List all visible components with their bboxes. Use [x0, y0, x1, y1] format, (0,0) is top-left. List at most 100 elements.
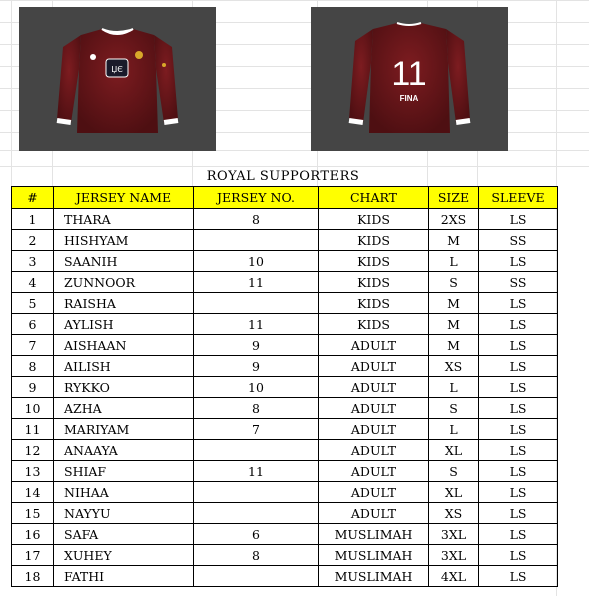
- header-index[interactable]: #: [11, 186, 54, 209]
- sleeve-cell[interactable]: LS: [478, 334, 558, 356]
- sleeve-cell[interactable]: LS: [478, 544, 558, 566]
- chart-cell[interactable]: MUSLIMAH: [318, 544, 429, 566]
- jersey-name-cell[interactable]: NAYYU: [53, 502, 194, 524]
- jersey-no-cell[interactable]: [193, 481, 319, 503]
- chart-cell[interactable]: KIDS: [318, 208, 429, 230]
- sleeve-cell[interactable]: LS: [478, 418, 558, 440]
- sleeve-cell[interactable]: LS: [478, 460, 558, 482]
- row-index[interactable]: 5: [11, 292, 54, 314]
- size-cell[interactable]: 3XL: [428, 523, 479, 545]
- jersey-name-cell[interactable]: HISHYAM: [53, 229, 194, 251]
- jersey-name-cell[interactable]: ZUNNOOR: [53, 271, 194, 293]
- size-cell[interactable]: S: [428, 271, 479, 293]
- row-index[interactable]: 8: [11, 355, 54, 377]
- size-cell[interactable]: L: [428, 250, 479, 272]
- sleeve-cell[interactable]: LS: [478, 523, 558, 545]
- jersey-no-cell[interactable]: [193, 502, 319, 524]
- jersey-name-cell[interactable]: XUHEY: [53, 544, 194, 566]
- jersey-no-cell[interactable]: 8: [193, 544, 319, 566]
- sleeve-cell[interactable]: LS: [478, 208, 558, 230]
- jersey-name-cell[interactable]: AZHA: [53, 397, 194, 419]
- chart-cell[interactable]: ADULT: [318, 439, 429, 461]
- jersey-name-cell[interactable]: AILISH: [53, 355, 194, 377]
- sleeve-cell[interactable]: LS: [478, 565, 558, 587]
- sleeve-cell[interactable]: LS: [478, 292, 558, 314]
- jersey-no-cell[interactable]: 8: [193, 208, 319, 230]
- chart-cell[interactable]: KIDS: [318, 229, 429, 251]
- jersey-name-cell[interactable]: THARA: [53, 208, 194, 230]
- header-jersey-no[interactable]: JERSEY NO.: [193, 186, 319, 209]
- header-chart[interactable]: CHART: [318, 186, 429, 209]
- jersey-no-cell[interactable]: 9: [193, 355, 319, 377]
- jersey-front-image[interactable]: ЏЄ: [19, 7, 216, 151]
- row-index[interactable]: 1: [11, 208, 54, 230]
- chart-cell[interactable]: KIDS: [318, 271, 429, 293]
- jersey-name-cell[interactable]: SHIAF: [53, 460, 194, 482]
- row-index[interactable]: 14: [11, 481, 54, 503]
- jersey-name-cell[interactable]: MARIYAM: [53, 418, 194, 440]
- chart-cell[interactable]: ADULT: [318, 460, 429, 482]
- row-index[interactable]: 15: [11, 502, 54, 524]
- row-index[interactable]: 18: [11, 565, 54, 587]
- jersey-no-cell[interactable]: [193, 565, 319, 587]
- jersey-no-cell[interactable]: 10: [193, 376, 319, 398]
- jersey-no-cell[interactable]: 11: [193, 271, 319, 293]
- chart-cell[interactable]: MUSLIMAH: [318, 565, 429, 587]
- sleeve-cell[interactable]: LS: [478, 313, 558, 335]
- jersey-no-cell[interactable]: 9: [193, 334, 319, 356]
- chart-cell[interactable]: KIDS: [318, 313, 429, 335]
- jersey-back-image[interactable]: 11 FINA: [311, 7, 508, 151]
- row-index[interactable]: 12: [11, 439, 54, 461]
- row-index[interactable]: 7: [11, 334, 54, 356]
- chart-cell[interactable]: MUSLIMAH: [318, 523, 429, 545]
- chart-cell[interactable]: ADULT: [318, 502, 429, 524]
- sleeve-cell[interactable]: LS: [478, 250, 558, 272]
- jersey-no-cell[interactable]: [193, 439, 319, 461]
- size-cell[interactable]: M: [428, 292, 479, 314]
- size-cell[interactable]: M: [428, 334, 479, 356]
- row-index[interactable]: 2: [11, 229, 54, 251]
- header-jersey-name[interactable]: JERSEY NAME: [53, 186, 194, 209]
- chart-cell[interactable]: KIDS: [318, 292, 429, 314]
- jersey-no-cell[interactable]: [193, 292, 319, 314]
- header-size[interactable]: SIZE: [428, 186, 479, 209]
- row-index[interactable]: 10: [11, 397, 54, 419]
- jersey-no-cell[interactable]: [193, 229, 319, 251]
- sleeve-cell[interactable]: SS: [478, 271, 558, 293]
- sleeve-cell[interactable]: LS: [478, 355, 558, 377]
- chart-cell[interactable]: ADULT: [318, 397, 429, 419]
- size-cell[interactable]: M: [428, 313, 479, 335]
- jersey-no-cell[interactable]: 7: [193, 418, 319, 440]
- chart-cell[interactable]: ADULT: [318, 334, 429, 356]
- chart-cell[interactable]: ADULT: [318, 376, 429, 398]
- size-cell[interactable]: S: [428, 397, 479, 419]
- jersey-name-cell[interactable]: NIHAA: [53, 481, 194, 503]
- size-cell[interactable]: XS: [428, 355, 479, 377]
- row-index[interactable]: 9: [11, 376, 54, 398]
- chart-cell[interactable]: ADULT: [318, 418, 429, 440]
- jersey-no-cell[interactable]: 11: [193, 460, 319, 482]
- row-index[interactable]: 11: [11, 418, 54, 440]
- sleeve-cell[interactable]: LS: [478, 481, 558, 503]
- jersey-name-cell[interactable]: ANAAYA: [53, 439, 194, 461]
- jersey-name-cell[interactable]: AYLISH: [53, 313, 194, 335]
- size-cell[interactable]: 3XL: [428, 544, 479, 566]
- size-cell[interactable]: 2XS: [428, 208, 479, 230]
- row-index[interactable]: 3: [11, 250, 54, 272]
- chart-cell[interactable]: KIDS: [318, 250, 429, 272]
- size-cell[interactable]: S: [428, 460, 479, 482]
- row-index[interactable]: 13: [11, 460, 54, 482]
- size-cell[interactable]: M: [428, 229, 479, 251]
- jersey-no-cell[interactable]: 10: [193, 250, 319, 272]
- jersey-name-cell[interactable]: SAFA: [53, 523, 194, 545]
- size-cell[interactable]: L: [428, 418, 479, 440]
- sleeve-cell[interactable]: LS: [478, 502, 558, 524]
- row-index[interactable]: 4: [11, 271, 54, 293]
- sleeve-cell[interactable]: SS: [478, 229, 558, 251]
- size-cell[interactable]: L: [428, 376, 479, 398]
- size-cell[interactable]: XS: [428, 502, 479, 524]
- chart-cell[interactable]: ADULT: [318, 481, 429, 503]
- chart-cell[interactable]: ADULT: [318, 355, 429, 377]
- jersey-name-cell[interactable]: RYKKO: [53, 376, 194, 398]
- size-cell[interactable]: 4XL: [428, 565, 479, 587]
